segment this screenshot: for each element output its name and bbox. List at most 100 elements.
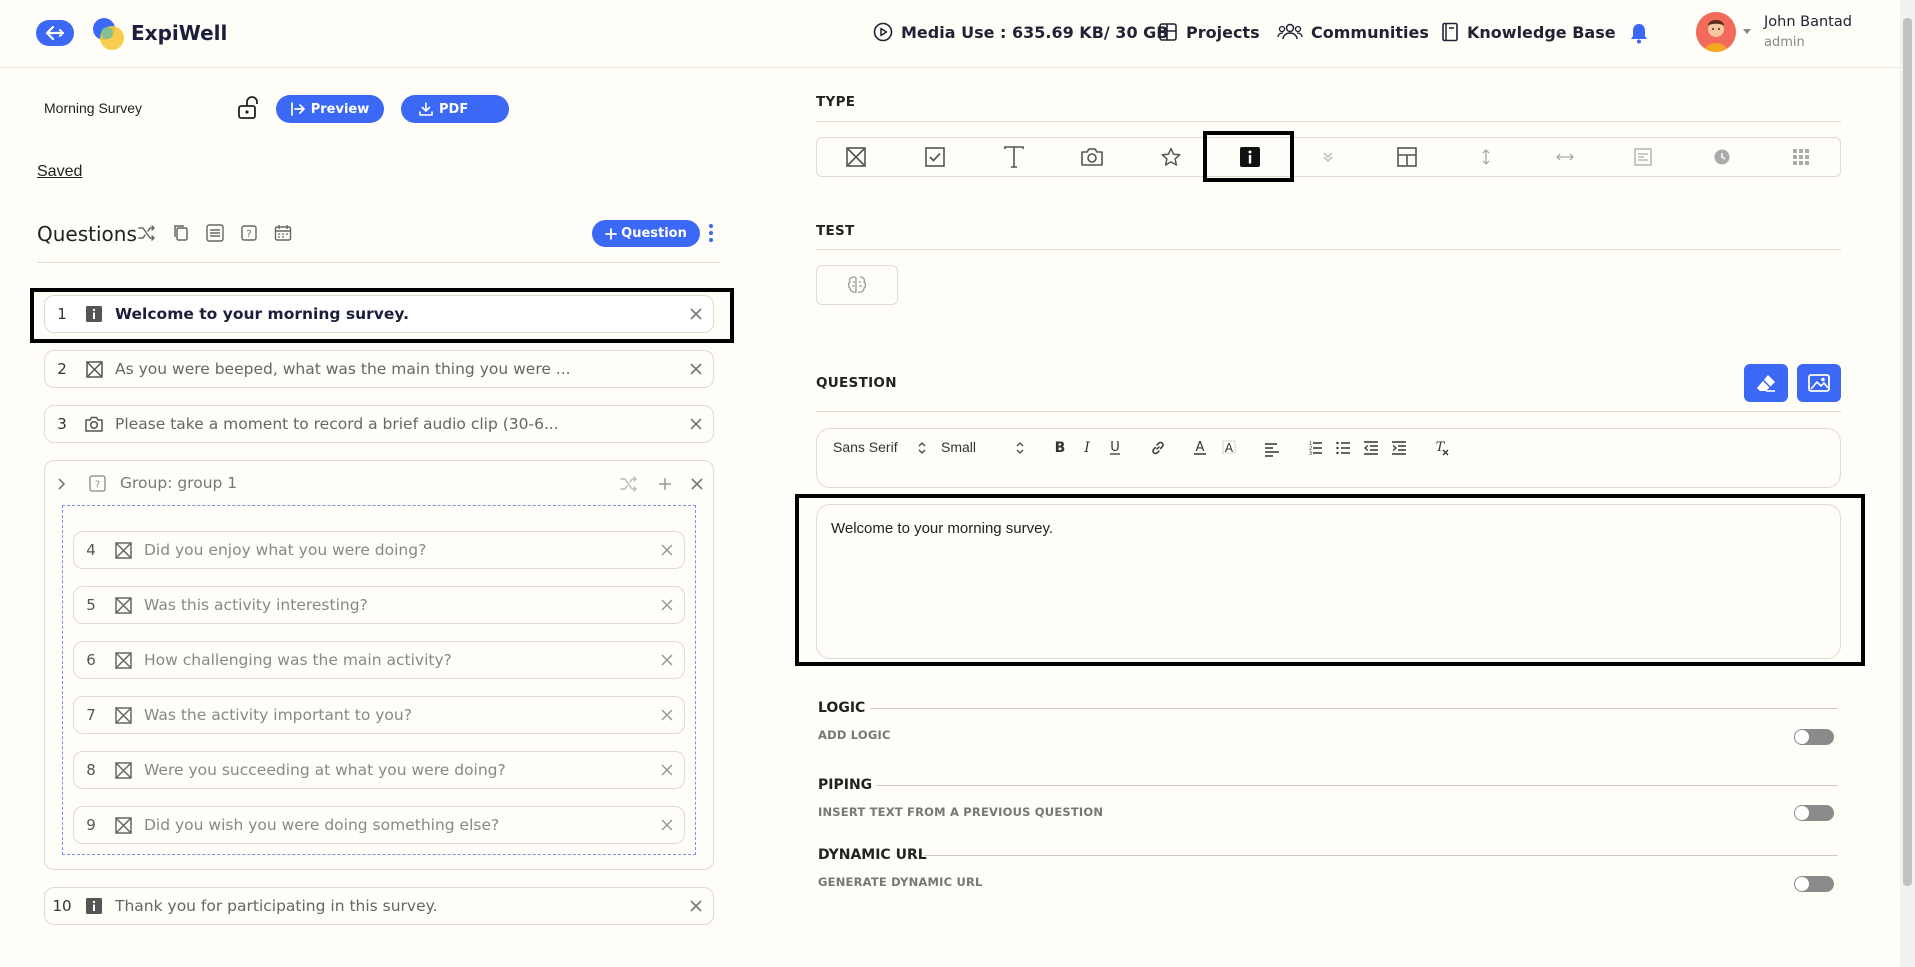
grid-dots-icon xyxy=(1792,149,1809,165)
dynamic-url-toggle[interactable] xyxy=(1794,876,1834,892)
close-icon[interactable] xyxy=(690,363,702,375)
pdf-button[interactable]: PDF xyxy=(401,95,509,123)
ordered-list-icon[interactable]: 123 xyxy=(1307,440,1323,456)
type-multiple-choice[interactable] xyxy=(817,138,896,176)
font-family-select[interactable]: Sans Serif xyxy=(833,439,898,455)
close-icon[interactable] xyxy=(661,599,673,611)
question-row-10[interactable]: 10 Thank you for participating in this s… xyxy=(44,887,714,925)
group-question-row[interactable]: 8 Were you succeeding at what you were do… xyxy=(73,751,685,789)
logic-title: LOGIC xyxy=(818,700,866,716)
select-arrows-icon xyxy=(918,442,926,454)
group-question-row[interactable]: 5 Was this activity interesting? xyxy=(73,586,685,624)
group-close-icon[interactable] xyxy=(691,478,703,490)
chevron-right-icon[interactable] xyxy=(58,478,66,490)
svg-text:?: ? xyxy=(95,480,100,491)
type-grid[interactable] xyxy=(1761,138,1840,176)
question-row-2[interactable]: 2 As you were beeped, what was the main … xyxy=(44,350,714,388)
background-color-icon[interactable]: A xyxy=(1222,438,1236,456)
unlock-icon[interactable] xyxy=(236,96,260,120)
help-box-icon[interactable]: ? xyxy=(241,224,257,242)
svg-text:3: 3 xyxy=(1309,451,1312,456)
align-icon[interactable] xyxy=(1264,441,1280,457)
save-status-link[interactable]: Saved xyxy=(37,163,82,181)
matrix-icon xyxy=(1634,148,1652,166)
bold-icon[interactable]: B xyxy=(1053,438,1067,456)
test-button[interactable] xyxy=(816,265,898,305)
user-menu-caret-icon[interactable] xyxy=(1743,29,1751,35)
type-photo[interactable] xyxy=(1053,138,1132,176)
test-divider xyxy=(816,249,1841,250)
type-divider xyxy=(816,121,1841,122)
close-icon[interactable] xyxy=(661,709,673,721)
font-size-select[interactable]: Small xyxy=(941,439,976,455)
brain-icon xyxy=(847,276,867,293)
clear-format-icon[interactable]: T xyxy=(1434,438,1450,456)
more-options-icon[interactable] xyxy=(708,222,714,244)
expiwell-logo-icon xyxy=(93,18,124,50)
info-icon xyxy=(86,898,102,914)
type-matrix[interactable] xyxy=(1604,138,1683,176)
close-icon[interactable] xyxy=(661,819,673,831)
svg-text:?: ? xyxy=(246,229,251,240)
selection-highlight xyxy=(30,288,734,343)
group-question-row[interactable]: 4 Did you enjoy what you were doing? xyxy=(73,531,685,569)
close-icon[interactable] xyxy=(690,418,702,430)
bullet-list-icon[interactable] xyxy=(1335,440,1351,456)
calendar-icon[interactable] xyxy=(274,224,292,242)
group-question-row[interactable]: 7 Was the activity important to you? xyxy=(73,696,685,734)
question-section-label: QUESTION xyxy=(816,375,897,391)
type-horizontal-slider[interactable] xyxy=(1525,138,1604,176)
layout-icon xyxy=(1397,147,1417,167)
questions-heading: Questions xyxy=(37,222,137,246)
nav-communities[interactable]: Communities xyxy=(1277,22,1429,42)
group-add-icon[interactable] xyxy=(658,477,672,491)
type-time[interactable] xyxy=(1683,138,1762,176)
type-vertical-slider[interactable] xyxy=(1447,138,1526,176)
close-icon[interactable] xyxy=(661,654,673,666)
type-checkbox[interactable] xyxy=(896,138,975,176)
question-row-3[interactable]: 3 Please take a moment to record a brief… xyxy=(44,405,714,443)
svg-text:A: A xyxy=(1196,440,1205,455)
close-icon[interactable] xyxy=(661,544,673,556)
group-question-row[interactable]: 6 How challenging was the main activity? xyxy=(73,641,685,679)
piping-toggle[interactable] xyxy=(1794,805,1834,821)
link-icon[interactable] xyxy=(1150,440,1166,456)
camera-icon xyxy=(1081,148,1104,166)
multiple-choice-icon xyxy=(114,816,132,834)
piping-title: PIPING xyxy=(818,777,873,793)
underline-icon[interactable]: U xyxy=(1108,438,1122,456)
clear-button[interactable] xyxy=(1744,364,1788,402)
add-question-label: Question xyxy=(621,226,687,241)
dynamic-url-label: GENERATE DYNAMIC URL xyxy=(818,875,983,889)
nav-projects[interactable]: Projects xyxy=(1158,22,1260,42)
insert-image-button[interactable] xyxy=(1797,364,1841,402)
group-question-row[interactable]: 9 Did you wish you were doing something e… xyxy=(73,806,685,844)
nav-knowledge-base[interactable]: Knowledge Base xyxy=(1441,22,1616,42)
indent-icon[interactable] xyxy=(1391,440,1407,456)
question-number: 3 xyxy=(57,415,67,433)
svg-text:A: A xyxy=(1225,441,1234,455)
group-shuffle-icon[interactable] xyxy=(620,476,638,492)
type-rating[interactable] xyxy=(1132,138,1211,176)
question-type-selector xyxy=(816,137,1841,177)
add-question-button[interactable]: Question xyxy=(592,220,700,247)
outdent-icon[interactable] xyxy=(1363,440,1379,456)
user-avatar[interactable] xyxy=(1696,12,1736,52)
add-logic-toggle[interactable] xyxy=(1794,729,1834,745)
text-color-icon[interactable]: A xyxy=(1193,438,1207,456)
type-text[interactable] xyxy=(974,138,1053,176)
copy-icon[interactable] xyxy=(173,224,189,242)
type-selection-highlight xyxy=(1203,131,1294,182)
close-icon[interactable] xyxy=(661,764,673,776)
type-layout[interactable] xyxy=(1368,138,1447,176)
preview-button[interactable]: Preview xyxy=(276,95,384,123)
back-button[interactable] xyxy=(36,20,74,46)
list-icon[interactable] xyxy=(206,224,224,242)
close-icon[interactable] xyxy=(690,900,702,912)
page-scrollbar-thumb[interactable] xyxy=(1903,18,1912,886)
notification-bell-icon[interactable] xyxy=(1629,22,1649,44)
italic-icon[interactable]: I xyxy=(1080,438,1094,456)
shuffle-icon[interactable] xyxy=(138,224,156,242)
questions-divider xyxy=(37,262,720,263)
type-dropdown[interactable] xyxy=(1289,138,1368,176)
